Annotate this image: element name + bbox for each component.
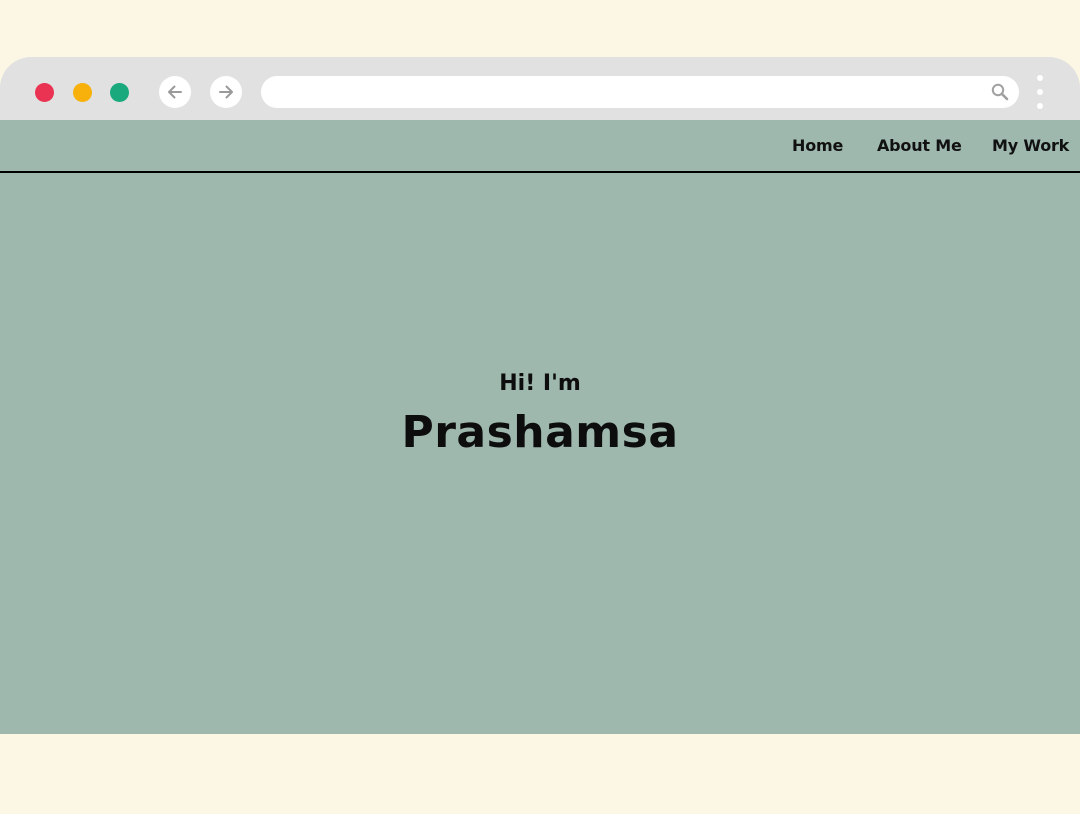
arrow-left-icon: [168, 85, 182, 99]
web-page: Home About Me My Work Hi! I'm Prashamsa: [0, 120, 1080, 734]
minimize-window-button[interactable]: [73, 83, 92, 102]
kebab-menu-icon[interactable]: [1033, 74, 1047, 110]
maximize-window-button[interactable]: [110, 83, 129, 102]
hero-name: Prashamsa: [401, 407, 679, 458]
close-window-button[interactable]: [35, 83, 54, 102]
browser-toolbar: [0, 57, 1080, 120]
nav-link-about-me[interactable]: About Me: [877, 136, 962, 155]
address-input[interactable]: [275, 76, 975, 108]
search-icon[interactable]: [990, 82, 1010, 102]
arrow-right-icon: [219, 85, 233, 99]
forward-button[interactable]: [210, 76, 242, 108]
site-navigation: Home About Me My Work: [0, 120, 1080, 173]
nav-link-my-work[interactable]: My Work: [992, 136, 1069, 155]
hero-section: Hi! I'm Prashamsa: [0, 370, 1080, 459]
back-button[interactable]: [159, 76, 191, 108]
address-bar[interactable]: [261, 76, 1019, 108]
hero-greeting: Hi! I'm: [499, 371, 581, 396]
browser-window: Home About Me My Work Hi! I'm Prashamsa: [0, 57, 1080, 734]
nav-link-home[interactable]: Home: [792, 136, 843, 155]
